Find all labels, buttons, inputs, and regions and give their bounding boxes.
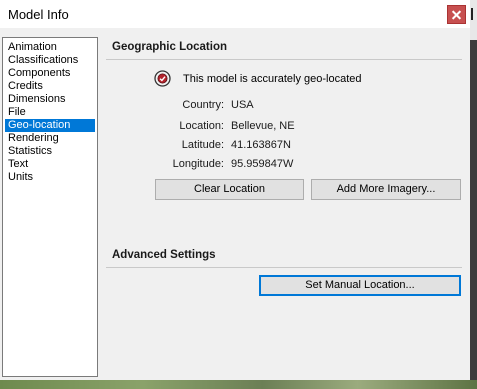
location-label: Location: — [179, 120, 224, 132]
set-manual-location-button[interactable]: Set Manual Location... — [259, 275, 461, 296]
cursor-icon — [471, 8, 476, 20]
longitude-value: 95.959847W — [231, 158, 294, 170]
background-window-edge-top — [470, 0, 477, 40]
sidebar-item-statistics[interactable]: Statistics — [5, 145, 95, 158]
sidebar-item-text[interactable]: Text — [5, 158, 95, 171]
sidebar-item-units[interactable]: Units — [5, 171, 95, 184]
background-window-edge — [470, 0, 477, 389]
longitude-label: Longitude: — [172, 158, 224, 170]
latitude-value: 41.163867N — [231, 139, 291, 151]
latitude-label: Latitude: — [181, 139, 224, 151]
sidebar-item-credits[interactable]: Credits — [5, 80, 95, 93]
geo-status-text: This model is accurately geo-located — [183, 73, 362, 85]
location-value: Bellevue, NE — [231, 120, 295, 132]
section-divider — [106, 59, 462, 60]
clear-location-button[interactable]: Clear Location — [155, 179, 304, 200]
window-title: Model Info — [8, 7, 69, 22]
add-more-imagery-button[interactable]: Add More Imagery... — [311, 179, 461, 200]
title-bar[interactable]: Model Info — [0, 0, 477, 28]
sidebar-item-file[interactable]: File — [5, 106, 95, 119]
sidebar-item-components[interactable]: Components — [5, 67, 95, 80]
section-divider-advanced — [106, 267, 462, 268]
category-list[interactable]: Animation Classifications Components Cre… — [2, 37, 98, 377]
country-value: USA — [231, 99, 254, 111]
geo-located-badge-icon — [154, 70, 171, 87]
sidebar-item-rendering[interactable]: Rendering — [5, 132, 95, 145]
model-info-window: Model Info Animation Classifications Com… — [0, 0, 477, 389]
sidebar-item-classifications[interactable]: Classifications — [5, 54, 95, 67]
close-icon[interactable] — [447, 5, 466, 24]
sidebar-item-dimensions[interactable]: Dimensions — [5, 93, 95, 106]
background-terrain-strip — [0, 380, 477, 389]
sidebar-item-geo-location[interactable]: Geo-location — [5, 119, 95, 132]
country-label: Country: — [182, 99, 224, 111]
advanced-settings-header: Advanced Settings — [112, 249, 216, 261]
geographic-location-header: Geographic Location — [112, 41, 228, 53]
sidebar-item-animation[interactable]: Animation — [5, 41, 95, 54]
